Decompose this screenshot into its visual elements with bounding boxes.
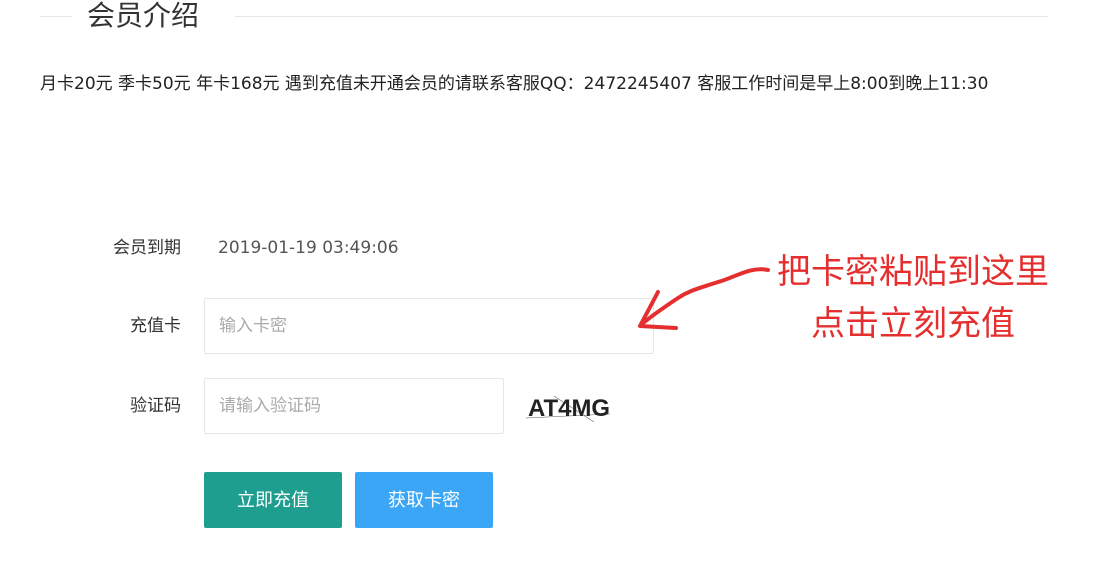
- section-divider-right: [235, 16, 1048, 17]
- instruction-annotation: 把卡密粘贴到这里 点击立刻充值: [745, 246, 1081, 350]
- captcha-label: 验证码: [130, 396, 181, 416]
- expiry-row: 会员到期 2019-01-19 03:49:06: [40, 220, 600, 276]
- card-row: 充值卡: [40, 298, 660, 354]
- section-title: 会员介绍: [87, 0, 200, 32]
- section-divider-left: [40, 16, 72, 17]
- section-header: 会员介绍: [40, 0, 1048, 36]
- captcha-image[interactable]: AT4MG: [524, 388, 614, 424]
- captcha-row: 验证码 AT4MG: [40, 378, 640, 434]
- get-card-button[interactable]: 获取卡密: [355, 472, 493, 528]
- captcha-text: AT4MG: [528, 395, 610, 422]
- annotation-line-2: 点击立刻充值: [811, 304, 1015, 344]
- expiry-value: 2019-01-19 03:49:06: [218, 238, 399, 258]
- captcha-input[interactable]: [204, 378, 504, 434]
- card-label: 充值卡: [130, 316, 181, 336]
- annotation-line-1: 把卡密粘贴到这里: [777, 252, 1049, 292]
- card-code-input[interactable]: [204, 298, 654, 354]
- expiry-label: 会员到期: [113, 238, 181, 258]
- membership-notice: 月卡20元 季卡50元 年卡168元 遇到充值未开通会员的请联系客服QQ：247…: [40, 74, 989, 94]
- recharge-button[interactable]: 立即充值: [204, 472, 342, 528]
